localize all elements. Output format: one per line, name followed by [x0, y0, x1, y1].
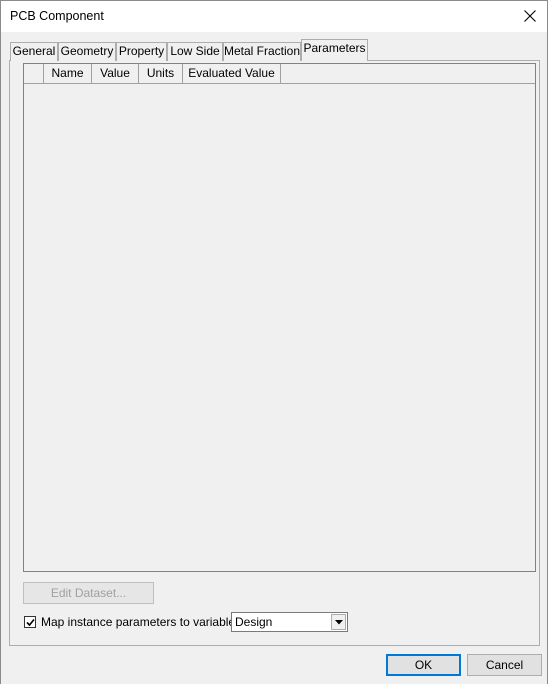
select-dropdown-button[interactable]	[331, 614, 346, 630]
ok-button[interactable]: OK	[386, 654, 461, 676]
map-variables-select-value: Design	[235, 615, 273, 629]
column-evaluated-value-header[interactable]: Evaluated Value	[183, 64, 281, 84]
chevron-down-icon	[335, 620, 343, 625]
pcb-component-dialog: PCB Component General Geometry Property …	[0, 0, 548, 684]
tab-metal-fraction[interactable]: Metal Fraction	[223, 42, 301, 61]
map-instance-parameters-label: Map instance parameters to variables:	[41, 615, 245, 629]
column-name-header[interactable]: Name	[44, 64, 92, 84]
tab-geometry[interactable]: Geometry	[58, 42, 116, 61]
grid-header: Name Value Units Evaluated Value	[24, 64, 535, 84]
column-value-header[interactable]: Value	[92, 64, 139, 84]
tab-strip: General Geometry Property Low Side Metal…	[1, 39, 547, 61]
dialog-footer	[1, 647, 547, 684]
map-instance-parameters-checkbox[interactable]	[24, 616, 36, 628]
parameters-grid[interactable]: Name Value Units Evaluated Value	[23, 63, 536, 572]
window-title: PCB Component	[10, 9, 104, 23]
cancel-button[interactable]: Cancel	[467, 654, 542, 676]
tab-property[interactable]: Property	[116, 42, 167, 61]
edit-dataset-button[interactable]: Edit Dataset...	[23, 582, 154, 604]
row-selector-header	[24, 64, 44, 84]
map-variables-select[interactable]: Design	[231, 612, 348, 632]
tab-general[interactable]: General	[10, 42, 58, 61]
close-icon	[524, 10, 536, 22]
tab-parameters[interactable]: Parameters	[301, 39, 368, 61]
close-button[interactable]	[513, 1, 547, 32]
checkmark-icon	[26, 618, 35, 627]
tab-low-side[interactable]: Low Side	[167, 42, 223, 61]
title-bar: PCB Component	[1, 1, 547, 32]
column-units-header[interactable]: Units	[139, 64, 183, 84]
